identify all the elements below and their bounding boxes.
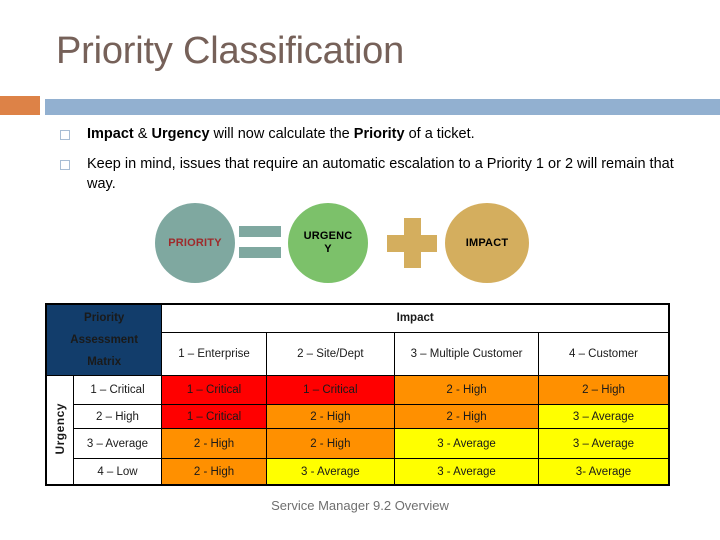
matrix-cell-r1c2: 1 – Critical xyxy=(265,375,396,405)
matrix-cell-r3c2: 2 - High xyxy=(265,428,396,459)
matrix-cell-r1c4: 2 – High xyxy=(538,375,670,405)
table-row: 3 – Average 2 - High 2 - High 3 - Averag… xyxy=(46,428,670,459)
bullet-2-label: Keep in mind, issues that require an aut… xyxy=(87,156,674,192)
matrix-cell-r2c2: 2 - High xyxy=(265,404,396,429)
table-row: 2 – High 1 – Critical 2 - High 2 - High … xyxy=(46,404,670,429)
equals-icon xyxy=(239,226,281,260)
square-bullet-icon xyxy=(60,130,70,140)
matrix-cell-r1c3: 2 - High xyxy=(394,375,540,405)
bullet-item-2: Keep in mind, issues that require an aut… xyxy=(60,154,700,194)
impact-axis-header: Impact xyxy=(161,303,670,333)
corner-title-line-3: Matrix xyxy=(87,356,122,368)
impact-column-2: 2 – Site/Dept xyxy=(265,331,396,377)
priority-circle-label: PRIORITY xyxy=(168,236,222,249)
priority-circle: PRIORITY xyxy=(155,203,235,283)
urgency-row-label-3: 3 – Average xyxy=(72,428,163,459)
impact-column-1: 1 – Enterprise xyxy=(161,331,267,377)
bullet-1-bold-impact: Impact xyxy=(87,126,134,142)
urgency-row-label-2: 2 – High xyxy=(72,404,163,429)
matrix-cell-r4c1: 2 - High xyxy=(161,458,267,486)
accent-bar-orange xyxy=(0,96,40,115)
urgency-axis-label: Urgency xyxy=(52,402,67,455)
plus-icon xyxy=(387,218,437,268)
corner-title-line-1: Priority xyxy=(84,312,125,324)
urgency-row-label-4: 4 – Low xyxy=(72,458,163,486)
urgency-circle: URGENCY xyxy=(288,203,368,283)
priority-assessment-matrix: Priority Assessment Matrix Impact 1 – En… xyxy=(45,303,670,486)
matrix-corner-title: Priority Assessment Matrix xyxy=(45,303,163,376)
matrix-cell-r1c1: 1 – Critical xyxy=(161,375,267,405)
table-row: 4 – Low 2 - High 3 - Average 3 - Average… xyxy=(46,458,670,486)
impact-circle-label: IMPACT xyxy=(465,236,509,249)
matrix-cell-r4c4: 3- Average xyxy=(538,458,670,486)
bullet-item-1: Impact & Urgency will now calculate the … xyxy=(60,124,700,144)
priority-equation-diagram: PRIORITY URGENCY IMPACT xyxy=(155,203,555,283)
urgency-row-label-1: 1 – Critical xyxy=(72,375,163,405)
bullet-1-amp: & xyxy=(133,126,152,142)
matrix-cell-r4c2: 3 - Average xyxy=(265,458,396,486)
matrix-header-row-1: Priority Assessment Matrix Impact xyxy=(45,303,670,376)
corner-title-line-2: Assessment xyxy=(70,334,139,346)
bullet-1-norm-1: will now calculate the xyxy=(209,126,354,142)
matrix-cell-r4c3: 3 - Average xyxy=(394,458,540,486)
bullet-1-bold-urgency: Urgency xyxy=(151,126,210,142)
impact-column-4: 4 – Customer xyxy=(538,331,670,377)
matrix-cell-r2c3: 2 - High xyxy=(394,404,540,429)
bullet-item-2-text: Keep in mind, issues that require an aut… xyxy=(87,154,699,194)
matrix-cell-r3c4: 3 – Average xyxy=(538,428,670,459)
urgency-axis-header: Urgency xyxy=(45,375,74,486)
bullet-item-1-text: Impact & Urgency will now calculate the … xyxy=(87,124,475,144)
square-bullet-icon xyxy=(60,160,70,170)
bullet-list: Impact & Urgency will now calculate the … xyxy=(60,124,700,204)
impact-circle: IMPACT xyxy=(445,203,529,283)
accent-bar-blue xyxy=(45,99,720,115)
matrix-cell-r3c1: 2 - High xyxy=(161,428,267,459)
matrix-cell-r2c1: 1 – Critical xyxy=(161,404,267,429)
matrix-table: Priority Assessment Matrix Impact 1 – En… xyxy=(45,303,670,486)
table-row: Urgency 1 – Critical 1 – Critical 1 – Cr… xyxy=(45,375,670,486)
page-title: Priority Classification xyxy=(56,30,405,72)
bullet-1-norm-2: of a ticket. xyxy=(404,126,475,142)
impact-column-3: 3 – Multiple Customer xyxy=(394,331,540,377)
urgency-circle-label: URGENCY xyxy=(303,230,353,255)
bullet-1-bold-priority: Priority xyxy=(353,126,405,142)
slide-footer: Service Manager 9.2 Overview xyxy=(271,498,449,513)
matrix-cell-r3c3: 3 - Average xyxy=(394,428,540,459)
matrix-cell-r2c4: 3 – Average xyxy=(538,404,670,429)
